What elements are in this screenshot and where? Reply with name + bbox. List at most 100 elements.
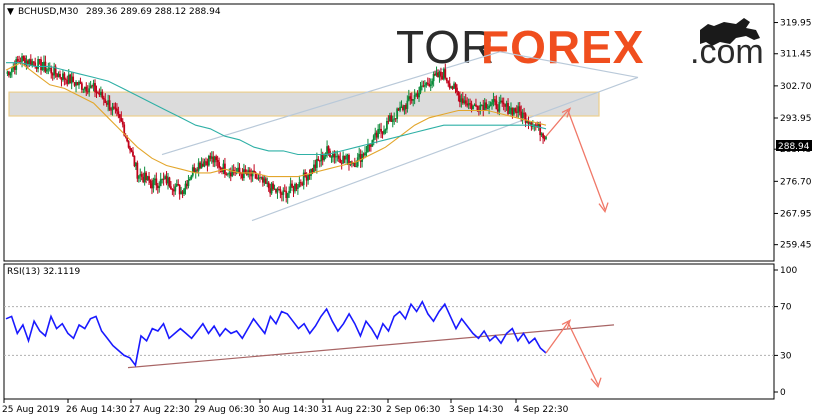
candle-body (380, 128, 382, 132)
candle-body (121, 121, 124, 125)
candle-body (501, 100, 504, 103)
candle-body (10, 68, 13, 73)
candle-body (32, 61, 35, 63)
candle-body (64, 79, 67, 80)
price-axis: 319.95311.45302.70293.95285.45276.70267.… (774, 19, 812, 251)
candle-body (216, 160, 219, 163)
candle-body (279, 189, 282, 194)
candle-body (412, 99, 415, 101)
candle-body (495, 100, 498, 110)
candle-body (454, 83, 457, 88)
candle-body (94, 83, 96, 92)
candle-body (440, 71, 442, 76)
candle-body (457, 92, 460, 96)
candle-body (383, 130, 385, 134)
rsi-tick-label: 30 (780, 351, 792, 361)
candle-body (476, 106, 479, 111)
candle-body (409, 96, 412, 99)
time-tick-label: 26 Aug 14:30 (66, 405, 127, 415)
candle-body (431, 81, 434, 85)
candle-body (187, 180, 190, 187)
time-axis: 25 Aug 2019 26 Aug 14:30 27 Aug 22:30 29 Au… (2, 399, 569, 415)
candle-body (149, 180, 152, 184)
candle-body (244, 169, 247, 173)
current-price-tag: 288.94 (776, 140, 812, 152)
candle-body (419, 86, 422, 93)
candle-body (129, 147, 131, 151)
candle-body (391, 119, 394, 122)
candle-body (88, 88, 91, 93)
candle-body (102, 97, 105, 100)
price-tick-label: 276.70 (780, 177, 812, 187)
candle-body (108, 100, 111, 110)
candle-body (444, 69, 447, 78)
candle-body (327, 146, 330, 151)
candle-body (364, 152, 366, 156)
candle-body (177, 184, 180, 186)
candle-body (47, 68, 50, 70)
trading-chart[interactable]: ▼ BCHUSD,M30 289.36 289.69 288.12 288.94… (0, 0, 815, 419)
rsi-label: RSI(13) 32.1119 (7, 267, 80, 277)
candle-body (140, 174, 143, 177)
candle-body (286, 193, 289, 198)
time-tick-label: 30 Aug 14:30 (258, 405, 319, 415)
price-tick-label: 259.45 (780, 241, 812, 251)
candle-body (486, 107, 489, 109)
candle-body (518, 106, 521, 112)
candle-body (158, 186, 161, 189)
candle-body (148, 176, 150, 181)
rsi-tick-label: 0 (780, 388, 786, 398)
candle-body (485, 102, 488, 109)
candle-body (339, 158, 342, 164)
candle-body (377, 129, 380, 138)
candle-body (59, 73, 61, 78)
candle-body (170, 186, 172, 189)
candle-body (267, 182, 270, 189)
candle-body (104, 99, 107, 103)
candle-body (475, 104, 477, 107)
candle-body (127, 141, 130, 148)
candle-body (253, 170, 256, 173)
candle-body (97, 92, 99, 93)
candle-body (130, 150, 133, 152)
candle-body (299, 182, 302, 184)
candle-body (491, 102, 493, 105)
time-tick-label: 2 Sep 06:30 (386, 405, 441, 415)
time-tick-label: 29 Aug 06:30 (194, 405, 255, 415)
time-tick-label: 4 Sep 22:30 (514, 405, 569, 415)
main-pane-frame (3, 3, 775, 262)
candle-body (82, 89, 85, 90)
price-tick-label: 311.45 (780, 50, 812, 60)
candle-body (101, 91, 104, 98)
header-arrow-icon[interactable]: ▼ (7, 7, 14, 17)
candle-body (113, 106, 115, 108)
candle-body (330, 157, 333, 158)
candle-body (291, 183, 293, 187)
candle-body (399, 107, 401, 111)
candle-body (413, 95, 416, 100)
candle-body (22, 56, 25, 58)
current-price-label: 288.94 (778, 142, 810, 152)
candle-body (355, 166, 358, 168)
candle-body (85, 86, 88, 92)
candle-body (372, 135, 375, 141)
candle-body (114, 107, 117, 109)
candle-body (16, 59, 19, 61)
candle-body (514, 108, 517, 112)
rsi-tick-label: 100 (780, 266, 797, 276)
candle-body (502, 102, 505, 105)
candle-body (323, 156, 326, 161)
candle-body (418, 92, 420, 98)
candle-body (45, 69, 48, 72)
candle-body (384, 129, 387, 131)
candle-body (498, 102, 501, 112)
time-tick-label: 3 Sep 14:30 (449, 405, 504, 415)
candle-body (215, 156, 218, 161)
candle-body (429, 84, 432, 86)
candle-body (296, 187, 299, 189)
candle-body (162, 179, 165, 180)
candle-body (426, 82, 429, 84)
price-tick-label: 267.95 (780, 209, 812, 219)
candle-body (117, 111, 120, 115)
candle-body (494, 99, 496, 101)
